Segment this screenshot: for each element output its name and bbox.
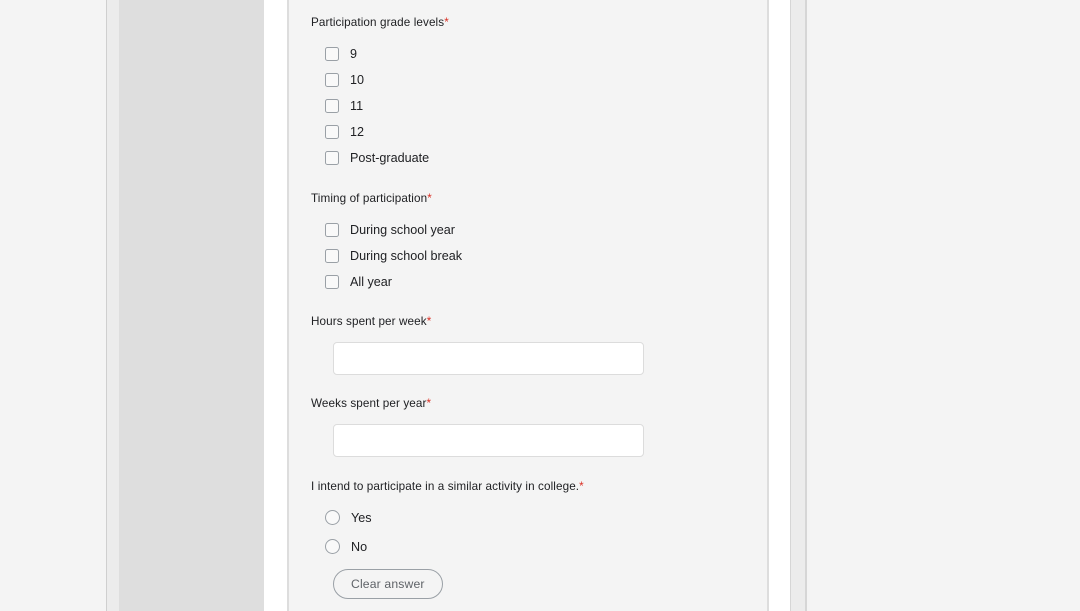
checkbox-participation-grade-levels-3[interactable] bbox=[325, 125, 339, 139]
question-intend-similar-activity-college: I intend to participate in a similar act… bbox=[311, 479, 584, 599]
option-list-participation-grade-levels: 9 10 11 12 Post-graduate bbox=[311, 41, 449, 171]
required-asterisk: * bbox=[426, 397, 432, 410]
option-label: 11 bbox=[350, 99, 364, 113]
browser-page: Participation grade levels* 9 10 11 12 Post-g… bbox=[0, 0, 1080, 611]
question-hours-spent-per-week: Hours spent per week* bbox=[311, 314, 644, 375]
text-input-hours-spent-per-week[interactable] bbox=[333, 342, 644, 375]
option-label: 9 bbox=[350, 47, 358, 61]
option-row[interactable]: No bbox=[311, 532, 584, 561]
option-row[interactable]: 12 bbox=[311, 119, 449, 145]
checkbox-timing-of-participation-1[interactable] bbox=[325, 249, 339, 263]
required-asterisk: * bbox=[427, 192, 432, 205]
text-input-weeks-spent-per-year[interactable] bbox=[333, 424, 644, 457]
question-label-participation-grade-levels: Participation grade levels* bbox=[311, 15, 449, 31]
vertical-scrollbar-track[interactable] bbox=[791, 0, 805, 611]
checkbox-participation-grade-levels-2[interactable] bbox=[325, 99, 339, 113]
option-row[interactable]: Yes bbox=[311, 503, 584, 532]
question-label-text: Timing of participation bbox=[311, 192, 428, 205]
question-label-timing-of-participation: Timing of participation* bbox=[311, 191, 462, 207]
checkbox-timing-of-participation-2[interactable] bbox=[325, 275, 339, 289]
option-label: During school year bbox=[350, 223, 455, 237]
checkbox-participation-grade-levels-4[interactable] bbox=[325, 151, 339, 165]
left-background bbox=[0, 0, 106, 611]
option-row[interactable]: All year bbox=[311, 269, 462, 295]
option-label: All year bbox=[350, 275, 392, 289]
option-row[interactable]: During school year bbox=[311, 217, 462, 243]
question-label-hours-spent-per-week: Hours spent per week* bbox=[311, 314, 644, 330]
form-card: Participation grade levels* 9 10 11 12 Post-g… bbox=[289, 0, 767, 611]
question-weeks-spent-per-year: Weeks spent per year* bbox=[311, 396, 644, 457]
option-list-timing-of-participation: During school year During school break All… bbox=[311, 217, 462, 295]
option-label: Post-graduate bbox=[350, 151, 430, 165]
checkbox-timing-of-participation-0[interactable] bbox=[325, 223, 339, 237]
question-label-intend-similar-activity-college: I intend to participate in a similar act… bbox=[311, 479, 584, 495]
question-label-text: I intend to participate in a similar act… bbox=[311, 480, 580, 493]
clear-answer-button[interactable]: Clear answer bbox=[333, 569, 443, 599]
option-row[interactable]: 11 bbox=[311, 93, 449, 119]
question-label-weeks-spent-per-year: Weeks spent per year* bbox=[311, 396, 644, 412]
question-label-text: Participation grade levels bbox=[311, 16, 445, 29]
right-background bbox=[807, 0, 1080, 611]
left-rail bbox=[107, 0, 119, 611]
radio-intend-similar-activity-college-0[interactable] bbox=[325, 510, 340, 525]
option-label: 12 bbox=[350, 125, 365, 139]
checkbox-participation-grade-levels-1[interactable] bbox=[325, 73, 339, 87]
required-asterisk: * bbox=[579, 480, 584, 493]
option-row[interactable]: Post-graduate bbox=[311, 145, 449, 171]
right-white-gutter bbox=[769, 0, 790, 611]
question-label-text: Weeks spent per year bbox=[311, 397, 427, 410]
question-label-text: Hours spent per week bbox=[311, 315, 427, 328]
option-row[interactable]: 10 bbox=[311, 67, 449, 93]
checkbox-participation-grade-levels-0[interactable] bbox=[325, 47, 339, 61]
option-label: During school break bbox=[350, 249, 463, 263]
question-participation-grade-levels: Participation grade levels* 9 10 11 12 Post-g… bbox=[311, 15, 449, 171]
option-label: Yes bbox=[351, 510, 372, 525]
option-label: No bbox=[351, 539, 368, 554]
option-row[interactable]: 9 bbox=[311, 41, 449, 67]
required-asterisk: * bbox=[426, 315, 432, 328]
option-label: 10 bbox=[350, 73, 365, 87]
radio-intend-similar-activity-college-1[interactable] bbox=[325, 539, 340, 554]
left-white-gutter bbox=[264, 0, 287, 611]
option-row[interactable]: During school break bbox=[311, 243, 462, 269]
required-asterisk: * bbox=[444, 16, 449, 29]
option-list-intend-similar-activity-college: Yes No bbox=[311, 503, 584, 561]
question-timing-of-participation: Timing of participation* During school ye… bbox=[311, 191, 462, 295]
left-side-panel bbox=[119, 0, 264, 611]
